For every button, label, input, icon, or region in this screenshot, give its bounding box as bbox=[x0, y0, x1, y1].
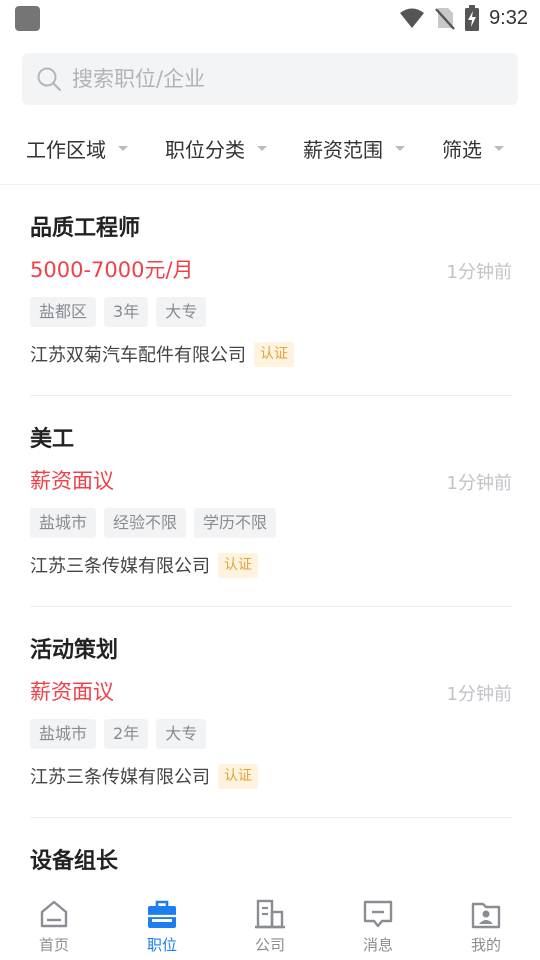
search-icon bbox=[37, 67, 62, 92]
company-name: 江苏三条传媒有限公司 bbox=[30, 556, 210, 577]
filter-label: 职位分类 bbox=[165, 137, 245, 162]
job-salary: 薪资面议 bbox=[30, 680, 114, 704]
company-name: 江苏双菊汽车配件有限公司 bbox=[30, 345, 246, 366]
briefcase-icon bbox=[148, 900, 176, 928]
job-posted-time: 1分钟前 bbox=[446, 473, 512, 494]
divider bbox=[30, 606, 512, 607]
battery-charging-icon bbox=[465, 5, 480, 31]
home-icon bbox=[40, 900, 68, 928]
caret-down-icon bbox=[257, 145, 267, 151]
nav-label: 职位 bbox=[146, 936, 177, 954]
job-company: 江苏三条传媒有限公司 认证 bbox=[30, 552, 258, 578]
nav-messages[interactable]: 消息 bbox=[324, 884, 432, 960]
job-tag: 大专 bbox=[156, 297, 207, 327]
nav-label: 公司 bbox=[254, 936, 285, 954]
verified-badge: 认证 bbox=[218, 763, 258, 789]
verified-badge: 认证 bbox=[218, 552, 258, 578]
nav-label: 首页 bbox=[38, 936, 69, 954]
status-icons: 9:32 bbox=[399, 4, 528, 32]
job-card[interactable]: 品质工程师 5000-7000元/月 1分钟前 盐都区 3年 大专 江苏双菊汽车… bbox=[30, 210, 512, 370]
filter-work-area[interactable]: 工作区域 bbox=[26, 122, 128, 174]
bottom-nav: 首页 职位 公司 消息 我的 bbox=[0, 884, 540, 960]
nav-label: 我的 bbox=[470, 936, 501, 954]
divider bbox=[30, 395, 512, 396]
job-tag: 经验不限 bbox=[104, 508, 187, 538]
job-company: 江苏双菊汽车配件有限公司 认证 bbox=[30, 341, 294, 367]
message-icon bbox=[363, 900, 393, 928]
caret-down-icon bbox=[395, 145, 405, 151]
building-icon bbox=[255, 899, 285, 929]
job-tag: 2年 bbox=[104, 719, 149, 749]
job-posted-time: 1分钟前 bbox=[446, 262, 512, 283]
filter-label: 筛选 bbox=[442, 137, 482, 162]
job-tags: 盐都区 3年 大专 bbox=[30, 297, 207, 327]
job-salary: 薪资面议 bbox=[30, 469, 114, 493]
job-posted-time: 1分钟前 bbox=[446, 684, 512, 705]
nav-jobs[interactable]: 职位 bbox=[108, 884, 216, 960]
job-title: 设备组长 bbox=[30, 849, 119, 874]
job-tag: 大专 bbox=[156, 719, 207, 749]
company-name: 江苏三条传媒有限公司 bbox=[30, 767, 210, 788]
job-company: 江苏三条传媒有限公司 认证 bbox=[30, 763, 258, 789]
nav-home[interactable]: 首页 bbox=[0, 884, 108, 960]
caret-down-icon bbox=[118, 145, 128, 151]
filter-job-category[interactable]: 职位分类 bbox=[165, 122, 267, 174]
filter-label: 工作区域 bbox=[26, 137, 106, 162]
divider bbox=[30, 817, 512, 818]
job-title: 品质工程师 bbox=[30, 216, 141, 241]
search-bar[interactable] bbox=[22, 53, 518, 105]
verified-badge: 认证 bbox=[254, 341, 294, 367]
no-sim-icon bbox=[435, 8, 455, 30]
nav-companies[interactable]: 公司 bbox=[216, 884, 324, 960]
job-title: 美工 bbox=[30, 427, 75, 452]
caret-down-icon bbox=[494, 145, 504, 151]
app-notification-icon bbox=[15, 6, 40, 31]
job-tags: 盐城市 经验不限 学历不限 bbox=[30, 508, 277, 538]
search-input[interactable] bbox=[72, 67, 472, 91]
job-card[interactable]: 设备组长 bbox=[30, 843, 512, 883]
job-tag: 盐城市 bbox=[30, 508, 97, 538]
status-time: 9:32 bbox=[489, 6, 528, 29]
filter-more[interactable]: 筛选 bbox=[442, 122, 504, 174]
nav-label: 消息 bbox=[362, 936, 393, 954]
job-title: 活动策划 bbox=[30, 638, 119, 663]
status-bar: 9:32 bbox=[0, 0, 540, 36]
filter-bar: 工作区域 职位分类 薪资范围 筛选 bbox=[0, 122, 540, 174]
job-tag: 盐城市 bbox=[30, 719, 97, 749]
wifi-icon bbox=[400, 8, 425, 28]
filter-label: 薪资范围 bbox=[303, 137, 383, 162]
job-tag: 3年 bbox=[104, 297, 149, 327]
profile-icon bbox=[471, 902, 501, 929]
filter-salary-range[interactable]: 薪资范围 bbox=[303, 122, 405, 174]
divider bbox=[0, 184, 540, 185]
job-tag: 盐都区 bbox=[30, 297, 97, 327]
job-salary: 5000-7000元/月 bbox=[30, 258, 194, 282]
job-card[interactable]: 活动策划 薪资面议 1分钟前 盐城市 2年 大专 江苏三条传媒有限公司 认证 bbox=[30, 632, 512, 792]
job-tags: 盐城市 2年 大专 bbox=[30, 719, 207, 749]
job-card[interactable]: 美工 薪资面议 1分钟前 盐城市 经验不限 学历不限 江苏三条传媒有限公司 认证 bbox=[30, 421, 512, 581]
job-tag: 学历不限 bbox=[194, 508, 277, 538]
nav-profile[interactable]: 我的 bbox=[432, 884, 540, 960]
